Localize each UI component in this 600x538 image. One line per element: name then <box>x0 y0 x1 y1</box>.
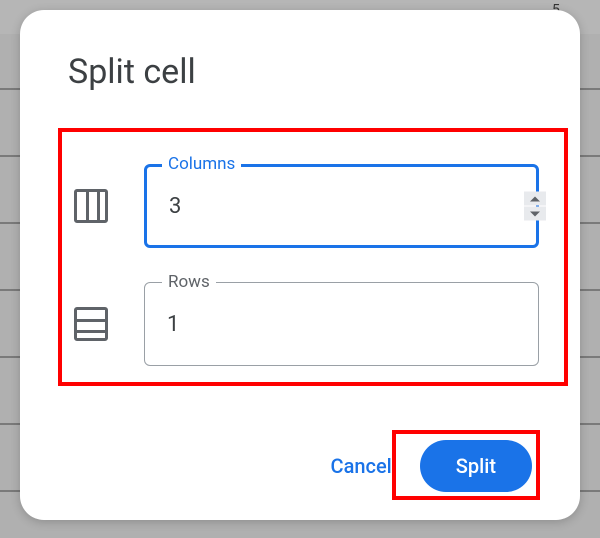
columns-step-down[interactable] <box>524 207 546 221</box>
dialog-title: Split cell <box>68 52 196 92</box>
columns-field: Columns <box>144 164 564 248</box>
highlight-split-button <box>392 430 540 500</box>
columns-stepper <box>524 192 546 221</box>
split-cell-dialog: Split cell Columns Rows Cancel Split <box>20 10 580 520</box>
columns-icon <box>74 189 108 223</box>
columns-input[interactable] <box>144 164 539 248</box>
columns-label: Columns <box>162 154 241 174</box>
rows-row: Rows <box>74 282 564 366</box>
rows-input[interactable] <box>144 282 539 366</box>
rows-label: Rows <box>162 272 216 292</box>
columns-step-up[interactable] <box>524 192 546 206</box>
cancel-button[interactable]: Cancel <box>331 454 392 478</box>
rows-icon <box>74 307 108 341</box>
columns-row: Columns <box>74 164 564 248</box>
rows-field: Rows <box>144 282 564 366</box>
